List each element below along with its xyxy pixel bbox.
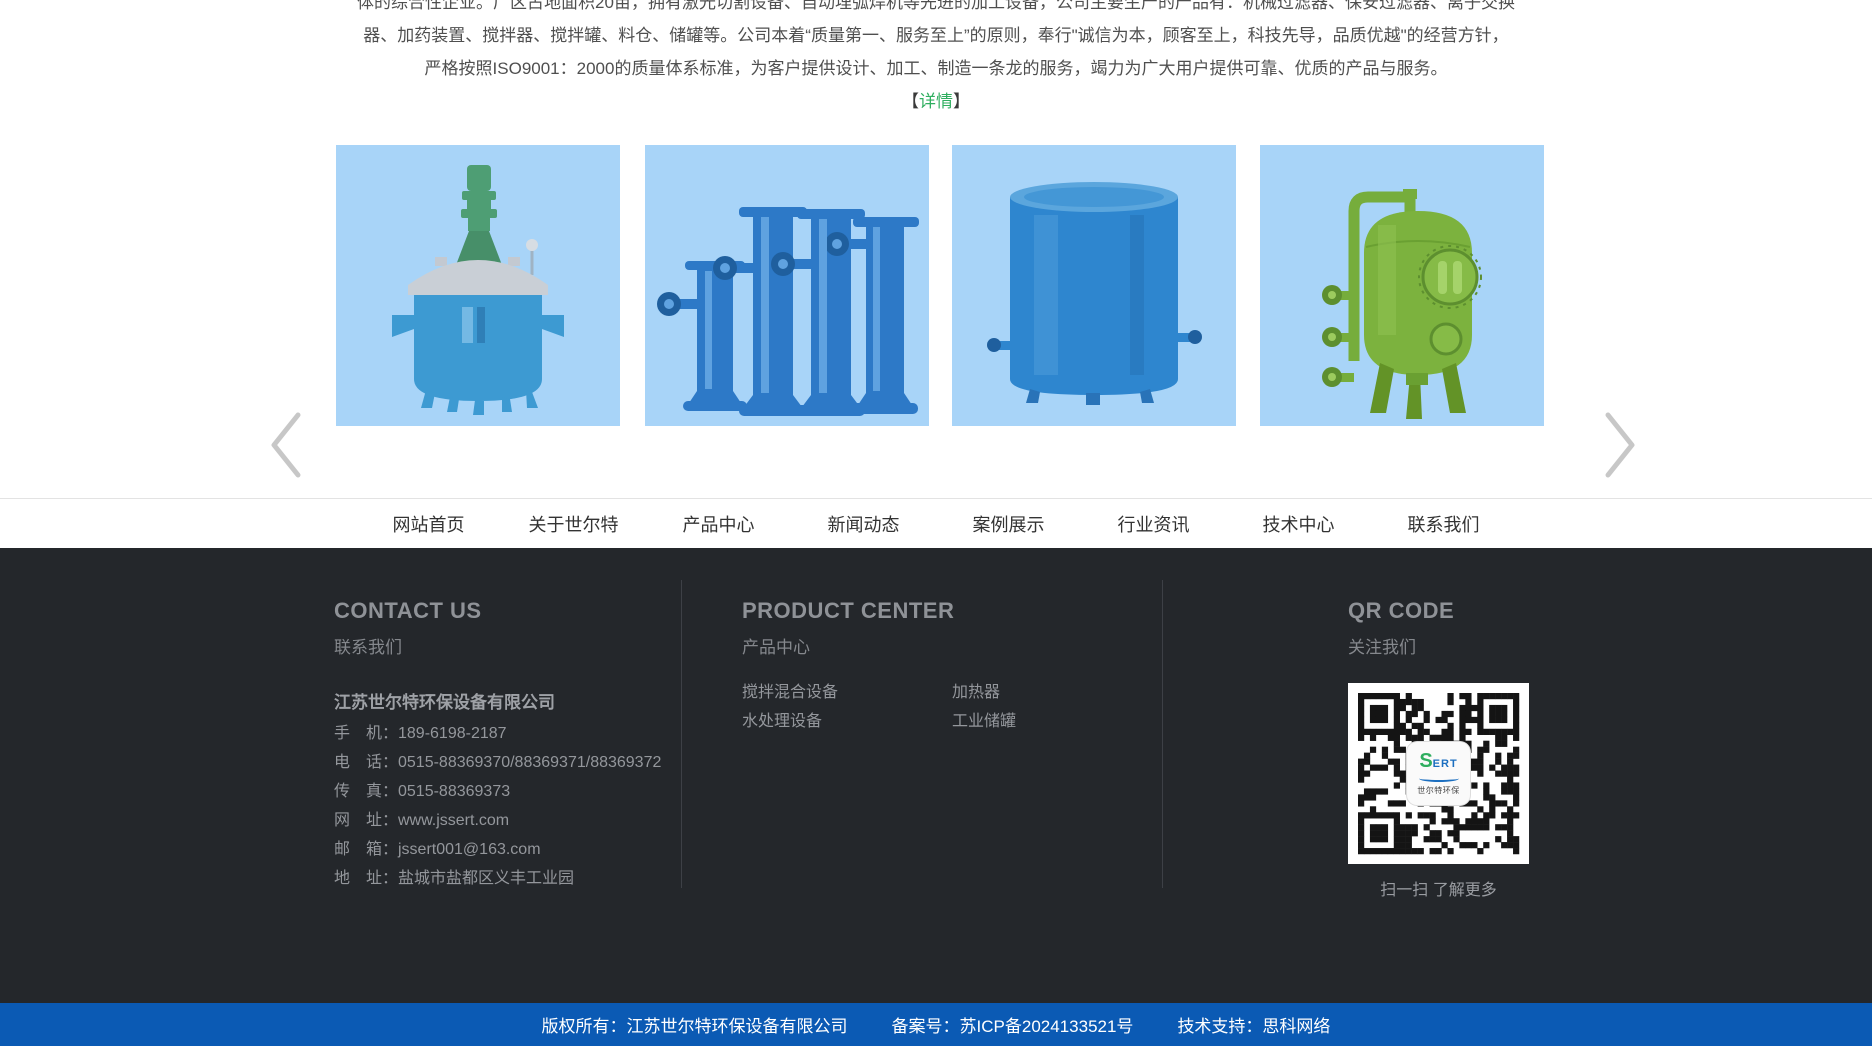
product-link-industrial-tank[interactable]: 工业储罐 xyxy=(952,714,1162,730)
qr-logo-ert: ERT xyxy=(1433,758,1458,770)
carousel-next-button[interactable] xyxy=(1596,407,1644,483)
footer-divider xyxy=(681,580,682,888)
qr-heading-cn: 关注我们 xyxy=(1348,633,1548,658)
copyright-support: 技术支持：思科网络 xyxy=(1177,1012,1330,1037)
storage-tank-image xyxy=(952,145,1236,426)
nav-item-news[interactable]: 新闻动态 xyxy=(791,511,936,537)
products-heading-en: PRODUCT CENTER xyxy=(742,598,1142,624)
contact-heading-cn: 联系我们 xyxy=(334,633,664,658)
qr-logo-s: S xyxy=(1419,750,1432,772)
footer-contact-column: CONTACT US 联系我们 江苏世尔特环保设备有限公司 手 机：189-61… xyxy=(334,548,664,887)
carousel-slide-storage-tank[interactable] xyxy=(952,145,1236,426)
nav-item-tech[interactable]: 技术中心 xyxy=(1226,511,1371,537)
company-homepage: 体的综合性企业。厂区占地面积20亩，拥有激光切割设备、自动埋弧焊机等先进的加工设… xyxy=(0,0,1872,1049)
nav-item-about[interactable]: 关于世尔特 xyxy=(501,511,646,537)
carousel-slide-green-filter[interactable] xyxy=(1260,145,1544,426)
company-intro: 体的综合性企业。厂区占地面积20亩，拥有激光切割设备、自动埋弧焊机等先进的加工设… xyxy=(0,0,1872,118)
contact-heading-en: CONTACT US xyxy=(334,598,664,624)
footer-divider xyxy=(1162,580,1163,888)
company-name: 江苏世尔特环保设备有限公司 xyxy=(334,688,664,713)
intro-line: 器、加药装置、搅拌器、搅拌罐、料仓、储罐等。公司本着“质量第一、服务至上”的原则… xyxy=(0,19,1872,52)
intro-line: 严格按照ISO9001：2000的质量体系标准，为客户提供设计、加工、制造一条龙… xyxy=(0,52,1872,85)
contact-phone: 电 话：0515-88369370/88369371/88369372 xyxy=(334,755,664,771)
carousel-slide-filter-columns[interactable] xyxy=(645,145,929,426)
filter-columns-image xyxy=(645,145,929,426)
qr-caption: 扫一扫 了解更多 xyxy=(1348,876,1529,900)
qr-logo-cn: 世尔特环保 xyxy=(1417,785,1460,796)
qr-code-image: SERT 世尔特环保 xyxy=(1348,683,1529,864)
footer: CONTACT US 联系我们 江苏世尔特环保设备有限公司 手 机：189-61… xyxy=(0,548,1872,1003)
qr-logo-swoosh xyxy=(1419,775,1459,782)
nav-item-products[interactable]: 产品中心 xyxy=(646,511,791,537)
carousel-slide-mixing-reactor[interactable] xyxy=(336,145,620,426)
chevron-left-icon xyxy=(264,409,308,481)
nav-item-home[interactable]: 网站首页 xyxy=(356,511,501,537)
contact-address: 地 址：盐城市盐都区义丰工业园 xyxy=(334,871,664,887)
main-nav: 网站首页 关于世尔特 产品中心 新闻动态 案例展示 行业资讯 技术中心 联系我们 xyxy=(0,498,1872,548)
intro-line: 体的综合性企业。厂区占地面积20亩，拥有激光切割设备、自动埋弧焊机等先进的加工设… xyxy=(0,0,1872,19)
carousel-prev-button[interactable] xyxy=(262,407,310,483)
nav-item-contact[interactable]: 联系我们 xyxy=(1371,511,1516,537)
detail-bracket: 】 xyxy=(953,92,970,111)
product-link-mixing[interactable]: 搅拌混合设备 xyxy=(742,685,952,701)
qr-heading-en: QR CODE xyxy=(1348,598,1548,624)
product-carousel xyxy=(0,145,1872,426)
contact-website: 网 址：www.jssert.com xyxy=(334,813,664,829)
qr-center-logo: SERT 世尔特环保 xyxy=(1407,742,1470,805)
product-link-water-treatment[interactable]: 水处理设备 xyxy=(742,714,952,730)
contact-fax: 传 真：0515-88369373 xyxy=(334,784,664,800)
detail-label: 详情 xyxy=(919,92,953,111)
nav-item-cases[interactable]: 案例展示 xyxy=(936,511,1081,537)
detail-link[interactable]: 【详情】 xyxy=(902,92,970,111)
nav-item-industry[interactable]: 行业资讯 xyxy=(1081,511,1226,537)
copyright-bar: 版权所有：江苏世尔特环保设备有限公司 备案号：苏ICP备2024133521号 … xyxy=(0,1003,1872,1046)
contact-email: 邮 箱：jssert001@163.com xyxy=(334,842,664,858)
copyright-owner: 版权所有：江苏世尔特环保设备有限公司 xyxy=(542,1012,848,1037)
detail-bracket: 【 xyxy=(902,92,919,111)
copyright-icp: 备案号：苏ICP备2024133521号 xyxy=(892,1012,1134,1037)
footer-qr-column: QR CODE 关注我们 SERT 世尔特环保 扫一扫 了解更多 xyxy=(1348,548,1548,900)
products-heading-cn: 产品中心 xyxy=(742,633,1142,658)
contact-mobile: 手 机：189-6198-2187 xyxy=(334,726,664,742)
mixing-reactor-image xyxy=(336,145,620,426)
product-link-heater[interactable]: 加热器 xyxy=(952,685,1162,701)
green-filter-image xyxy=(1260,145,1544,426)
chevron-right-icon xyxy=(1598,409,1642,481)
footer-products-column: PRODUCT CENTER 产品中心 搅拌混合设备 加热器 水处理设备 工业储… xyxy=(742,548,1142,730)
